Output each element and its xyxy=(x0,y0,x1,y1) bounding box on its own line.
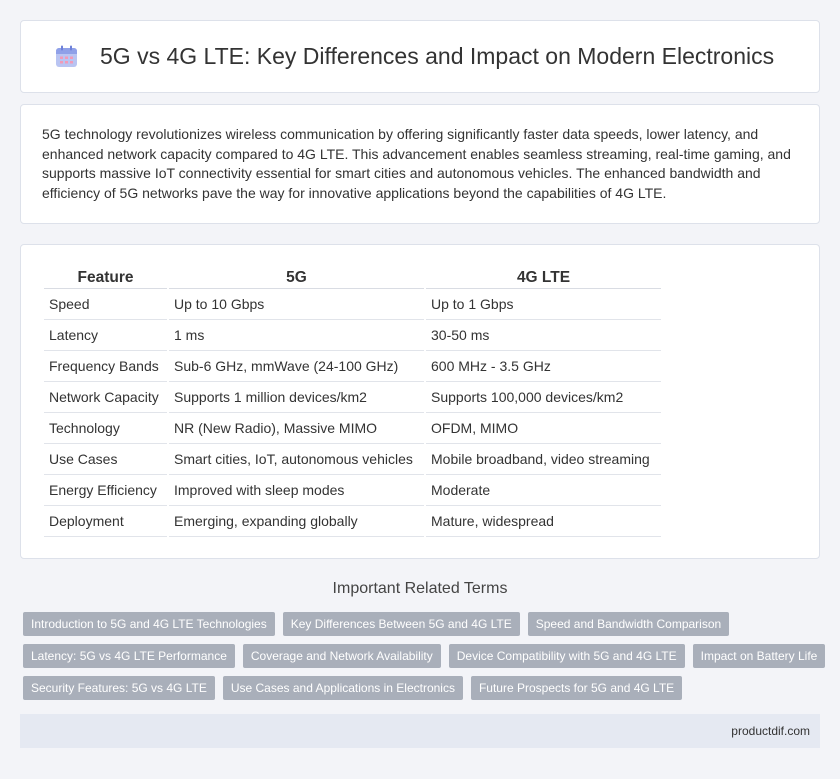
related-term-tag[interactable]: Latency: 5G vs 4G LTE Performance xyxy=(23,644,235,668)
table-cell: Up to 10 Gbps xyxy=(169,289,424,320)
related-term-tag[interactable]: Speed and Bandwidth Comparison xyxy=(527,612,730,636)
table-row: Speed Up to 10 Gbps Up to 1 Gbps xyxy=(44,289,661,320)
intro-card: 5G technology revolutionizes wireless co… xyxy=(20,104,820,224)
table-cell: 600 MHz - 3.5 GHz xyxy=(426,351,661,382)
table-cell: Moderate xyxy=(426,475,661,506)
related-term-tag[interactable]: Device Compatibility with 5G and 4G LTE xyxy=(448,644,685,668)
table-cell: Latency xyxy=(44,320,167,351)
table-cell: Smart cities, IoT, autonomous vehicles xyxy=(169,444,424,475)
related-terms-list: Introduction to 5G and 4G LTE Technologi… xyxy=(23,612,826,708)
related-term-tag[interactable]: Coverage and Network Availability xyxy=(242,644,441,668)
table-row: Network Capacity Supports 1 million devi… xyxy=(44,382,661,413)
table-cell: Network Capacity xyxy=(44,382,167,413)
table-cell: 30-50 ms xyxy=(426,320,661,351)
calendar-icon xyxy=(54,44,79,69)
related-term-tag[interactable]: Introduction to 5G and 4G LTE Technologi… xyxy=(23,612,275,636)
footer: productdif.com xyxy=(20,714,820,748)
table-cell: Supports 100,000 devices/km2 xyxy=(426,382,661,413)
related-term-tag[interactable]: Impact on Battery Life xyxy=(692,644,826,668)
table-cell: Emerging, expanding globally xyxy=(169,506,424,537)
intro-paragraph: 5G technology revolutionizes wireless co… xyxy=(42,126,791,201)
table-row: Use Cases Smart cities, IoT, autonomous … xyxy=(44,444,661,475)
table-cell: Mature, widespread xyxy=(426,506,661,537)
table-cell: Technology xyxy=(44,413,167,444)
table-cell: Speed xyxy=(44,289,167,320)
tag-row: Latency: 5G vs 4G LTE Performance Covera… xyxy=(23,644,826,668)
column-header-feature: Feature xyxy=(44,263,167,289)
title-card: 5G vs 4G LTE: Key Differences and Impact… xyxy=(20,20,820,93)
table-row: Frequency Bands Sub-6 GHz, mmWave (24-10… xyxy=(44,351,661,382)
table-cell: Deployment xyxy=(44,506,167,537)
table-row: Deployment Emerging, expanding globally … xyxy=(44,506,661,537)
table-row: Technology NR (New Radio), Massive MIMO … xyxy=(44,413,661,444)
page-title: 5G vs 4G LTE: Key Differences and Impact… xyxy=(100,43,775,69)
table-header-row: Feature 5G 4G LTE xyxy=(44,263,661,289)
comparison-table: Feature 5G 4G LTE Speed Up to 10 Gbps Up… xyxy=(42,263,663,537)
column-header-4g-lte: 4G LTE xyxy=(426,263,661,289)
table-cell: Frequency Bands xyxy=(44,351,167,382)
table-row: Latency 1 ms 30-50 ms xyxy=(44,320,661,351)
related-term-tag[interactable]: Key Differences Between 5G and 4G LTE xyxy=(282,612,520,636)
table-cell: OFDM, MIMO xyxy=(426,413,661,444)
table-cell: Supports 1 million devices/km2 xyxy=(169,382,424,413)
table-cell: 1 ms xyxy=(169,320,424,351)
related-term-tag[interactable]: Security Features: 5G vs 4G LTE xyxy=(23,676,215,700)
column-header-5g: 5G xyxy=(169,263,424,289)
related-term-tag[interactable]: Use Cases and Applications in Electronic… xyxy=(222,676,463,700)
table-cell: NR (New Radio), Massive MIMO xyxy=(169,413,424,444)
table-cell: Sub-6 GHz, mmWave (24-100 GHz) xyxy=(169,351,424,382)
table-cell: Use Cases xyxy=(44,444,167,475)
table-cell: Improved with sleep modes xyxy=(169,475,424,506)
table-cell: Mobile broadband, video streaming xyxy=(426,444,661,475)
table-row: Energy Efficiency Improved with sleep mo… xyxy=(44,475,661,506)
related-terms-heading: Important Related Terms xyxy=(332,580,508,597)
related-term-tag[interactable]: Future Prospects for 5G and 4G LTE xyxy=(470,676,683,700)
table-cell: Energy Efficiency xyxy=(44,475,167,506)
footer-site-link[interactable]: productdif.com xyxy=(731,724,810,738)
tag-row: Introduction to 5G and 4G LTE Technologi… xyxy=(23,612,823,636)
tag-row: Security Features: 5G vs 4G LTE Use Case… xyxy=(23,676,823,700)
comparison-table-card: Feature 5G 4G LTE Speed Up to 10 Gbps Up… xyxy=(20,244,820,559)
table-cell: Up to 1 Gbps xyxy=(426,289,661,320)
